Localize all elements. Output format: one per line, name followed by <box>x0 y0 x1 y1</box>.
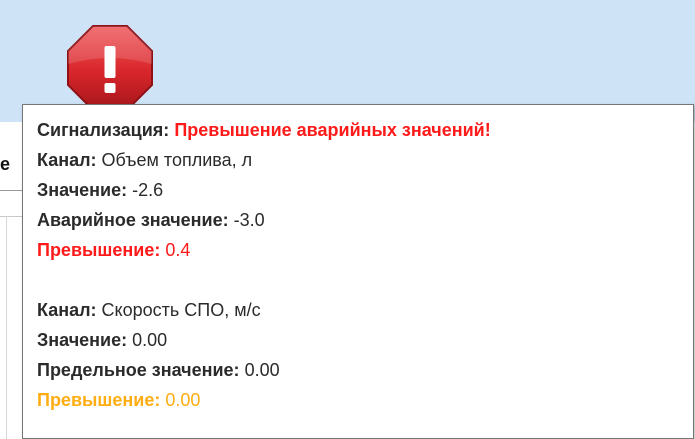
channel2-value: 0.00 <box>132 330 168 350</box>
exclamation-dot <box>104 83 116 93</box>
channel2-name: Скорость СПО, м/с <box>101 300 261 320</box>
channel1-excess-label: Превышение: <box>37 240 161 260</box>
channel1-label: Канал: <box>37 150 97 170</box>
channel1-value-label: Значение: <box>37 180 128 200</box>
panel-edge <box>6 216 7 439</box>
alarm-label: Сигнализация: <box>37 120 170 140</box>
channel1-limit-line: Аварийное значение: -3.0 <box>37 205 687 235</box>
channel1-line: Канал: Объем топлива, л <box>37 145 687 175</box>
channel1-value-line: Значение: -2.6 <box>37 175 687 205</box>
channel1-excess-value: 0.4 <box>165 240 191 260</box>
channel1-limit-value: -3.0 <box>233 210 265 230</box>
channel2-excess-label: Превышение: <box>37 390 161 410</box>
channel1-value: -2.6 <box>132 180 164 200</box>
channel2-limit-line: Предельное значение: 0.00 <box>37 355 687 385</box>
channel2-limit-label: Предельное значение: <box>37 360 240 380</box>
channel2-value-label: Значение: <box>37 330 128 350</box>
channel2-line: Канал: Скорость СПО, м/с <box>37 295 687 325</box>
alarm-line: Сигнализация: Превышение аварийных значе… <box>37 115 687 145</box>
channel2-excess-line: Превышение: 0.00 <box>37 385 687 415</box>
channel2-label: Канал: <box>37 300 97 320</box>
channel2-value-line: Значение: 0.00 <box>37 325 687 355</box>
alarm-message: Превышение аварийных значений! <box>174 120 491 140</box>
alarm-tooltip: Сигнализация: Превышение аварийных значе… <box>22 104 694 439</box>
channel1-excess-line: Превышение: 0.4 <box>37 235 687 265</box>
channel2-limit-value: 0.00 <box>244 360 280 380</box>
alarm-stop-icon[interactable] <box>66 24 154 112</box>
channel2-excess-value: 0.00 <box>165 390 201 410</box>
channel1-name: Объем топлива, л <box>101 150 253 170</box>
channel1-limit-label: Аварийное значение: <box>37 210 229 230</box>
exclamation-bar <box>104 46 116 78</box>
